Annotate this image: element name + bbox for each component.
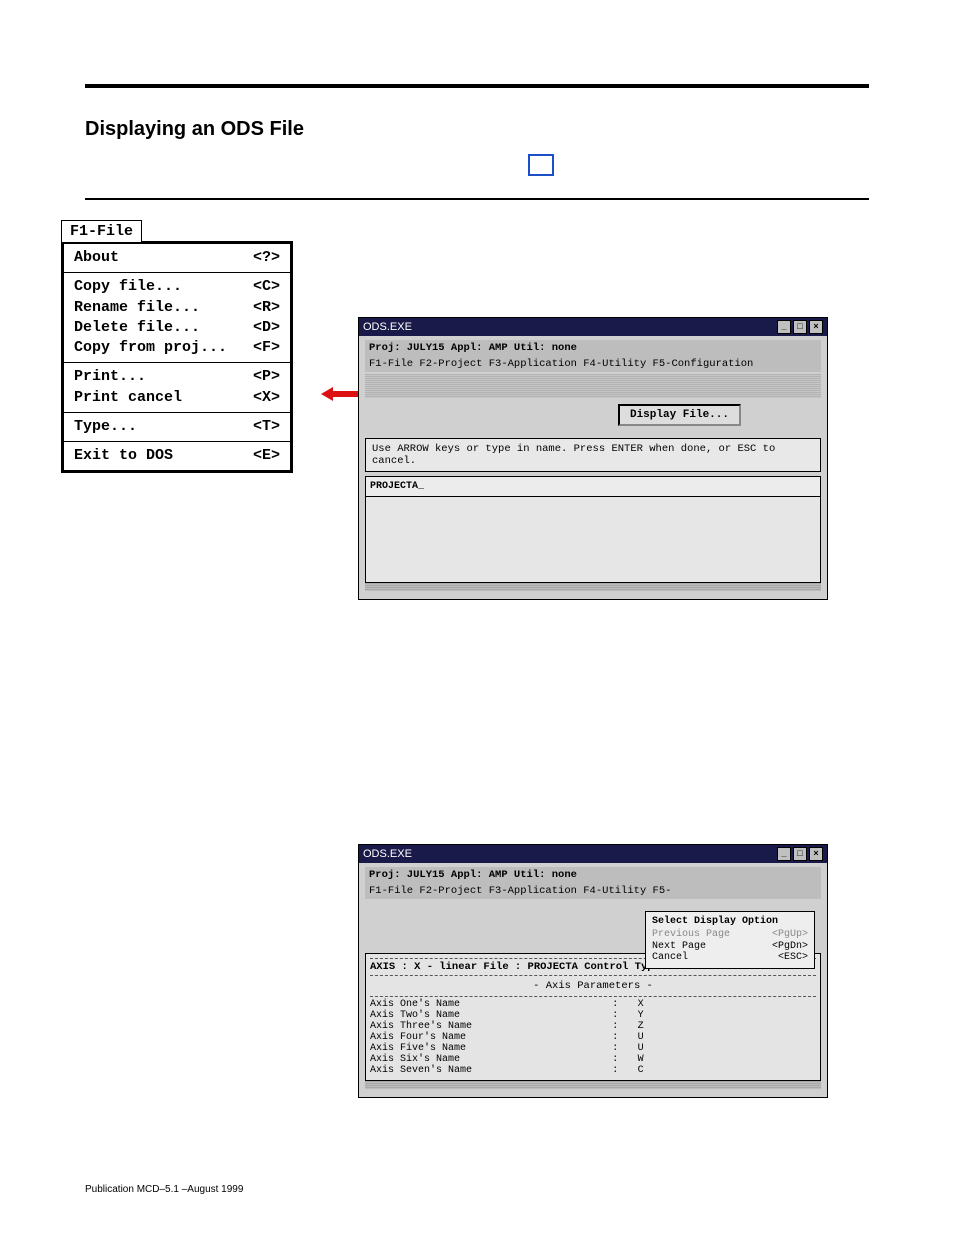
menu-item-exit-to-dos[interactable]: Exit to DOS <E> [74, 446, 280, 466]
menu-item-key: <?> [253, 248, 280, 268]
menu-item-key: <F> [253, 338, 280, 358]
menu-item-key: <C> [253, 277, 280, 297]
section-title: - Axis Parameters - [370, 980, 816, 992]
menu-item-rename-file[interactable]: Rename file... <R> [74, 298, 280, 318]
panel-item-prev[interactable]: Previous Page<PgUp> [652, 929, 808, 941]
close-icon[interactable]: × [809, 847, 823, 861]
menu-item-label: Delete file... [74, 318, 200, 338]
window-title: ODS.EXE [363, 848, 412, 860]
screenshot-display-file: ODS.EXE _ □ × Proj: JULY15 Appl: AMP Uti… [358, 317, 828, 600]
menu-item-label: About [74, 248, 119, 268]
table-row: Axis One's Name:X [370, 999, 816, 1010]
menu-item-label: Copy file... [74, 277, 182, 297]
info-box-icon [528, 154, 554, 176]
menu-item-label: Type... [74, 417, 137, 437]
prompt-text: Use ARROW keys or type in name. Press EN… [365, 438, 821, 472]
select-display-option-panel: Select Display Option Previous Page<PgUp… [645, 911, 815, 969]
footer-text: Publication MCD–5.1 –August 1999 [85, 1184, 243, 1195]
menu-item-label: Print cancel [74, 388, 182, 408]
menu-item-print-cancel[interactable]: Print cancel <X> [74, 388, 280, 408]
menu-bar[interactable]: F1-File F2-Project F3-Application F4-Uti… [365, 356, 821, 372]
table-row: Axis Three's Name:Z [370, 1021, 816, 1032]
empty-area [365, 497, 821, 583]
status-line: Proj: JULY15 Appl: AMP Util: none [365, 867, 821, 883]
close-icon[interactable]: × [809, 320, 823, 334]
file-menu-tab[interactable]: F1-File [61, 220, 142, 242]
page-title: Displaying an ODS File [85, 118, 304, 141]
window-title: ODS.EXE [363, 321, 412, 333]
minimize-icon[interactable]: _ [777, 847, 791, 861]
axis-table: Axis One's Name:X Axis Two's Name:Y Axis… [370, 996, 816, 1076]
menu-item-copy-from-proj[interactable]: Copy from proj... <F> [74, 338, 280, 358]
file-menu-body: About <?> Copy file... <C> Rename file..… [61, 241, 293, 473]
bottom-strip [365, 1081, 821, 1089]
menu-item-type[interactable]: Type... <T> [74, 417, 280, 437]
maximize-icon[interactable]: □ [793, 847, 807, 861]
menu-item-key: <R> [253, 298, 280, 318]
menu-item-copy-file[interactable]: Copy file... <C> [74, 277, 280, 297]
arrow-left-icon [321, 387, 361, 401]
menu-item-label: Copy from proj... [74, 338, 227, 358]
maximize-icon[interactable]: □ [793, 320, 807, 334]
window-titlebar: ODS.EXE _ □ × [359, 318, 827, 336]
menu-item-about[interactable]: About <?> [74, 248, 280, 268]
panel-item-next[interactable]: Next Page<PgDn> [652, 941, 808, 953]
panel-title: Select Display Option [652, 916, 808, 927]
menu-item-key: <X> [253, 388, 280, 408]
menu-bar[interactable]: F1-File F2-Project F3-Application F4-Uti… [365, 883, 821, 899]
table-row: Axis Five's Name:U [370, 1043, 816, 1054]
panel-item-cancel[interactable]: Cancel<ESC> [652, 952, 808, 964]
hatch-background [365, 374, 821, 398]
page-sub-rule [85, 198, 869, 200]
menu-item-delete-file[interactable]: Delete file... <D> [74, 318, 280, 338]
minimize-icon[interactable]: _ [777, 320, 791, 334]
menu-item-print[interactable]: Print... <P> [74, 367, 280, 387]
screenshot-axis-parameters: ODS.EXE _ □ × Proj: JULY15 Appl: AMP Uti… [358, 844, 828, 1098]
menu-item-key: <E> [253, 446, 280, 466]
menu-item-label: Print... [74, 367, 146, 387]
table-row: Axis Four's Name:U [370, 1032, 816, 1043]
file-menu: F1-File About <?> Copy file... <C> Renam… [61, 219, 293, 473]
table-row: Axis Six's Name:W [370, 1054, 816, 1065]
menu-item-key: <D> [253, 318, 280, 338]
menu-item-label: Exit to DOS [74, 446, 173, 466]
bottom-strip [365, 583, 821, 591]
menu-item-key: <T> [253, 417, 280, 437]
table-row: Axis Seven's Name:C [370, 1065, 816, 1076]
table-row: Axis Two's Name:Y [370, 1010, 816, 1021]
status-line: Proj: JULY15 Appl: AMP Util: none [365, 340, 821, 356]
menu-item-key: <P> [253, 367, 280, 387]
window-titlebar: ODS.EXE _ □ × [359, 845, 827, 863]
display-file-button[interactable]: Display File... [618, 404, 741, 426]
page-top-rule [85, 84, 869, 88]
menu-item-label: Rename file... [74, 298, 200, 318]
filename-input[interactable]: PROJECTA_ [365, 476, 821, 497]
